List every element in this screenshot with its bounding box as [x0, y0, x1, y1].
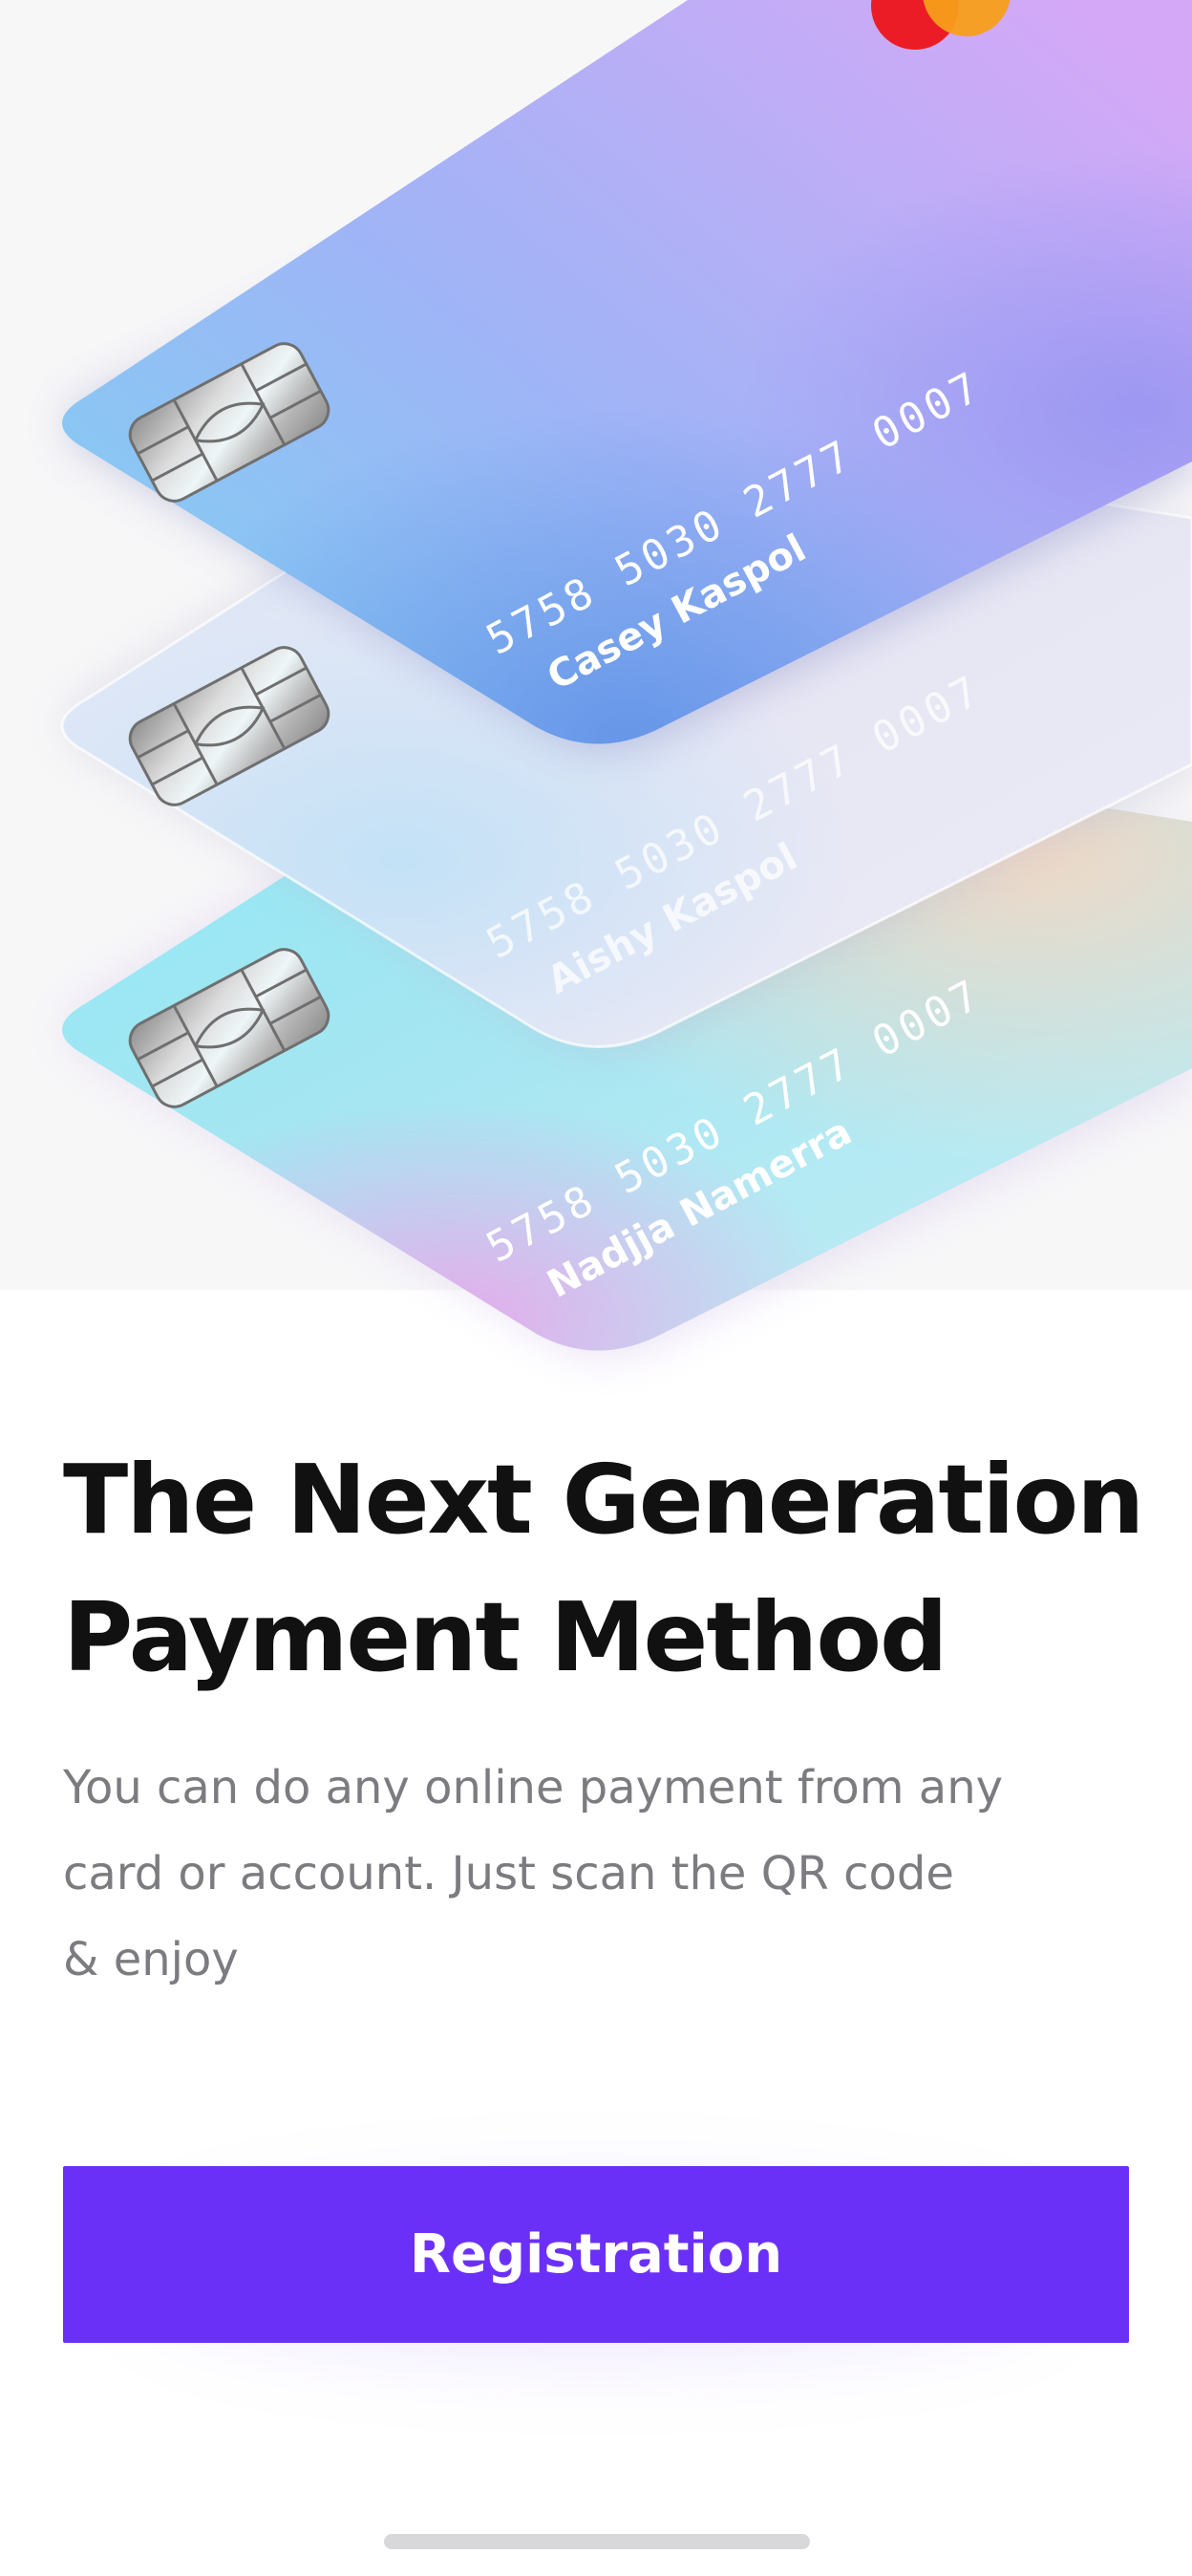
description-line: & enjoy [63, 1933, 239, 1986]
description-line: card or account. Just scan the QR code [63, 1847, 954, 1900]
page-title-line: Payment Method [63, 1581, 948, 1693]
card-stack-illustration: 5758 5030 2777 0007 Nadjja Namerra 5758 … [60, 0, 1192, 1357]
page-description: You can do any online payment from any c… [63, 1745, 1075, 2003]
description-line: You can do any online payment from any [63, 1761, 1004, 1814]
registration-button[interactable]: Registration [63, 2166, 1129, 2343]
home-indicator[interactable] [384, 2534, 810, 2549]
page-title: The Next Generation Payment Method [63, 1431, 1144, 1707]
page-title-line: The Next Generation [63, 1444, 1144, 1556]
